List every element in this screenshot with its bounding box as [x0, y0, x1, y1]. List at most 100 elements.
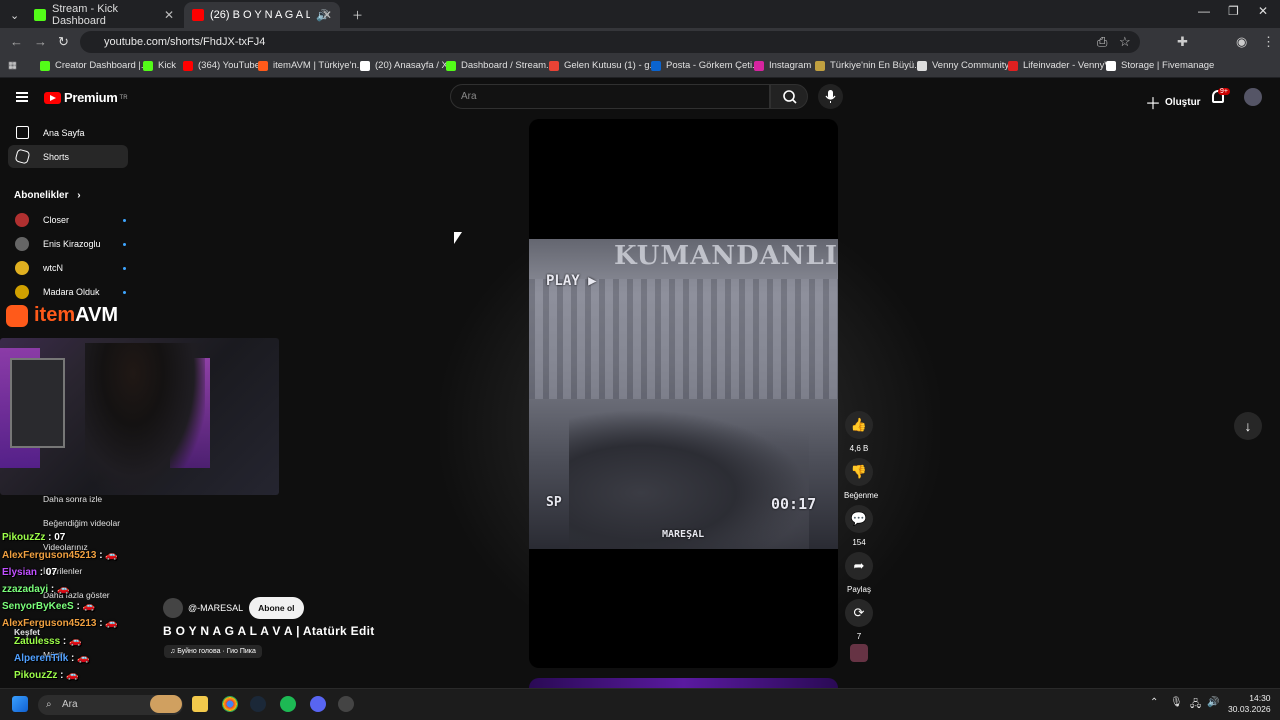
- youtube-play-icon: [44, 91, 61, 104]
- bookmark-item[interactable]: Venny Community: [917, 60, 1009, 71]
- search-icon: [783, 90, 797, 104]
- network-icon[interactable]: 🖧: [1190, 697, 1201, 714]
- file-explorer-icon[interactable]: [192, 696, 208, 712]
- profile-icon[interactable]: ◉: [1236, 34, 1247, 50]
- next-short-preview[interactable]: [529, 678, 838, 688]
- bookmark-star-icon[interactable]: ☆: [1119, 34, 1131, 50]
- youtube-logo[interactable]: Premium TR: [44, 90, 128, 105]
- obs-icon[interactable]: [338, 696, 354, 712]
- short-title[interactable]: B O Y N A G A L A V A | Atatürk Edit: [163, 624, 375, 638]
- create-button[interactable]: ＋ Oluştur: [1145, 90, 1201, 114]
- chrome-icon[interactable]: [222, 696, 238, 712]
- kick-icon: [34, 9, 46, 21]
- steam-icon[interactable]: [250, 696, 266, 712]
- bookmark-item[interactable]: (364) YouTube: [183, 60, 260, 71]
- close-tab-icon[interactable]: ✕: [322, 8, 332, 22]
- bookmark-item[interactable]: Dashboard / Stream...: [446, 60, 554, 71]
- maximize-icon[interactable]: ❐: [1228, 4, 1239, 18]
- next-short-button[interactable]: ↓: [1234, 412, 1262, 440]
- sidebar-item-watch-later[interactable]: Daha sonra izle: [43, 494, 102, 504]
- comment-icon: 💬: [845, 505, 873, 533]
- music-chip[interactable]: ♫ Буйно голова · Гио Пика: [164, 645, 262, 658]
- hamburger-menu-icon[interactable]: [16, 92, 28, 102]
- install-app-icon[interactable]: ⎙: [1097, 34, 1107, 50]
- subscription-item[interactable]: Madara Olduk: [14, 282, 134, 302]
- chat-message: Zatulesss : 🚗: [14, 636, 82, 647]
- bookmark-item[interactable]: Instagram: [754, 60, 811, 71]
- bookmark-item[interactable]: Creator Dashboard |...: [40, 60, 149, 71]
- short-video-player[interactable]: KUMANDANLIĞI PLAY ▶ SP 00:17 MAREŞAL: [529, 119, 838, 668]
- share-button[interactable]: ➦ Paylaş: [844, 552, 874, 594]
- menu-icon[interactable]: ⋮: [1262, 34, 1275, 50]
- chat-message: SenyorByKeeS : 🚗: [2, 601, 96, 612]
- url-bar[interactable]: youtube.com/shorts/FhdJX-txFJ4: [80, 31, 1140, 53]
- minimize-icon[interactable]: —: [1198, 4, 1210, 18]
- tray-chevron-icon[interactable]: ⌃: [1150, 697, 1158, 708]
- bookmarks-bar: ▦ Creator Dashboard |... Kick (364) YouT…: [0, 56, 1280, 78]
- vhs-sp-label: SP: [546, 495, 562, 510]
- webcam-overlay: [0, 338, 279, 495]
- extensions-icon[interactable]: ✚: [1177, 34, 1188, 50]
- search-highlight-image[interactable]: [150, 695, 182, 713]
- dislike-button[interactable]: 👎 Beğenme: [844, 458, 878, 500]
- tab-list-button[interactable]: ⌄: [2, 2, 22, 28]
- subscription-item[interactable]: Closer: [14, 210, 134, 230]
- subscriptions-header[interactable]: Abonelikler ›: [14, 190, 81, 201]
- bookmark-item[interactable]: Türkiye'nin En Büyü...: [815, 60, 922, 71]
- bookmark-item[interactable]: Storage | Fivemanage: [1106, 60, 1214, 71]
- chat-message: AlexFerguson45213 : 🚗: [2, 550, 118, 561]
- bookmark-item[interactable]: Lifeinvader - VennyV: [1008, 60, 1111, 71]
- channel-avatar: [15, 213, 29, 227]
- reload-icon[interactable]: ↻: [58, 34, 69, 50]
- subscription-item[interactable]: wtcN: [14, 258, 134, 278]
- close-tab-icon[interactable]: ✕: [164, 8, 174, 22]
- new-content-dot: [123, 219, 126, 222]
- vhs-timecode: 00:17: [771, 495, 817, 513]
- bookmark-item[interactable]: Gelen Kutusu (1) - g...: [549, 60, 657, 71]
- subscribe-button[interactable]: Abone ol: [249, 597, 304, 619]
- close-window-icon[interactable]: ✕: [1258, 4, 1268, 18]
- spotify-icon[interactable]: [280, 696, 296, 712]
- thumbs-up-icon: 👍: [845, 411, 873, 439]
- streamer: [85, 343, 205, 495]
- sound-source-button[interactable]: [844, 644, 874, 667]
- channel-avatar[interactable]: [163, 598, 183, 618]
- chevron-right-icon: ›: [77, 190, 81, 201]
- sidebar-item-shorts[interactable]: Shorts: [8, 145, 128, 168]
- sidebar-item-home[interactable]: Ana Sayfa: [8, 121, 128, 144]
- like-button[interactable]: 👍 4,6 B: [844, 411, 874, 453]
- chat-message: zzazadayi : 🚗: [2, 584, 70, 595]
- sound-thumbnail: [850, 644, 868, 662]
- discord-icon[interactable]: [310, 696, 326, 712]
- channel-row: @-MARESAL Abone ol: [163, 597, 304, 619]
- volume-icon[interactable]: 🔊: [1207, 697, 1219, 708]
- bookmark-item[interactable]: itemAVM | Türkiye'n...: [258, 60, 365, 71]
- video-frame: KUMANDANLIĞI PLAY ▶ SP 00:17 MAREŞAL: [529, 239, 838, 549]
- apps-grid-icon[interactable]: ▦: [8, 60, 17, 71]
- system-clock[interactable]: 14:30 30.03.2026: [1228, 693, 1271, 715]
- sidebar-item-liked[interactable]: Beğendiğim videolar: [43, 518, 120, 528]
- forward-icon[interactable]: →: [34, 34, 47, 49]
- new-tab-button[interactable]: ＋: [344, 2, 364, 28]
- back-icon[interactable]: ←: [10, 34, 23, 49]
- comments-button[interactable]: 💬 154: [844, 505, 874, 547]
- tab-youtube-short[interactable]: (26) B O Y N A G A L A V A 🔊 ✕: [184, 2, 340, 28]
- microphone-tray-icon[interactable]: 🎙: [1170, 697, 1183, 708]
- bookmark-item[interactable]: (20) Anasayfa / X: [360, 60, 448, 71]
- remix-button[interactable]: ⟳ 7: [844, 599, 874, 641]
- bookmark-item[interactable]: Posta - Görkem Çeti...: [651, 60, 760, 71]
- search-input[interactable]: Ara: [450, 84, 770, 109]
- subscription-item[interactable]: Enis Kirazoglu: [14, 234, 134, 254]
- account-avatar[interactable]: [1244, 88, 1262, 106]
- bookmark-item[interactable]: Kick: [143, 60, 176, 71]
- new-content-dot: [123, 291, 126, 294]
- remix-icon: ⟳: [845, 599, 873, 627]
- channel-name[interactable]: @-MARESAL: [188, 603, 243, 613]
- windows-start-icon[interactable]: [12, 696, 28, 712]
- channel-avatar: [15, 285, 29, 299]
- microphone-icon: [825, 90, 836, 103]
- search-button[interactable]: [770, 84, 808, 109]
- voice-search-button[interactable]: [818, 84, 843, 109]
- tab-kick-dashboard[interactable]: Stream - Kick Dashboard ✕: [26, 2, 182, 28]
- channel-avatar: [15, 261, 29, 275]
